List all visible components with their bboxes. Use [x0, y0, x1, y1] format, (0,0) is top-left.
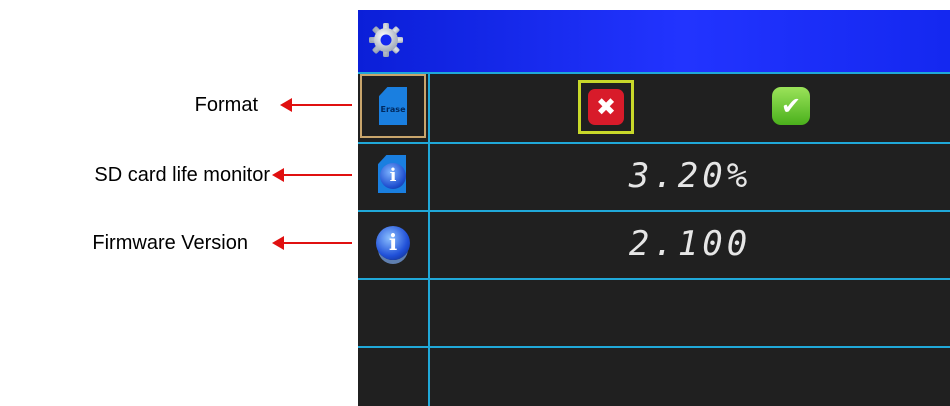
divider: [358, 72, 950, 74]
device-screen: Erase ✖ ✔ i 3.20% i 2.100: [358, 10, 950, 406]
divider: [358, 346, 950, 348]
gear-icon[interactable]: [368, 22, 404, 58]
divider: [358, 278, 950, 280]
annotation-format: Format: [0, 90, 352, 120]
arrow-icon: [272, 236, 352, 250]
annotation-firmware-label: Firmware Version: [92, 231, 248, 254]
annotation-sd-life: SD card life monitor: [0, 160, 352, 190]
info-icon: i: [376, 226, 410, 260]
sd-card-info-icon: i: [378, 155, 408, 195]
annotation-format-label: Format: [194, 93, 258, 116]
divider: [358, 142, 950, 144]
check-icon: ✔: [780, 92, 802, 120]
info-icon: i: [380, 163, 406, 189]
arrow-icon: [272, 168, 352, 182]
sd-card-erase-icon: Erase: [379, 87, 407, 125]
sd-life-value: 3.20%: [628, 156, 752, 196]
format-row-icon[interactable]: Erase: [360, 74, 426, 138]
annotation-sd-life-label: SD card life monitor: [94, 163, 270, 186]
sd-card-erase-label: Erase: [380, 105, 406, 114]
cancel-button[interactable]: ✖: [578, 80, 634, 134]
firmware-version-value: 2.100: [628, 224, 752, 264]
annotation-firmware: Firmware Version: [0, 228, 352, 258]
divider: [358, 210, 950, 212]
arrow-icon: [280, 98, 352, 112]
title-bar: [358, 10, 950, 72]
firmware-row-icon[interactable]: i: [364, 214, 422, 272]
x-icon: ✖: [588, 89, 624, 125]
sd-life-row-icon[interactable]: i: [364, 146, 422, 204]
confirm-button[interactable]: ✔: [772, 87, 810, 125]
